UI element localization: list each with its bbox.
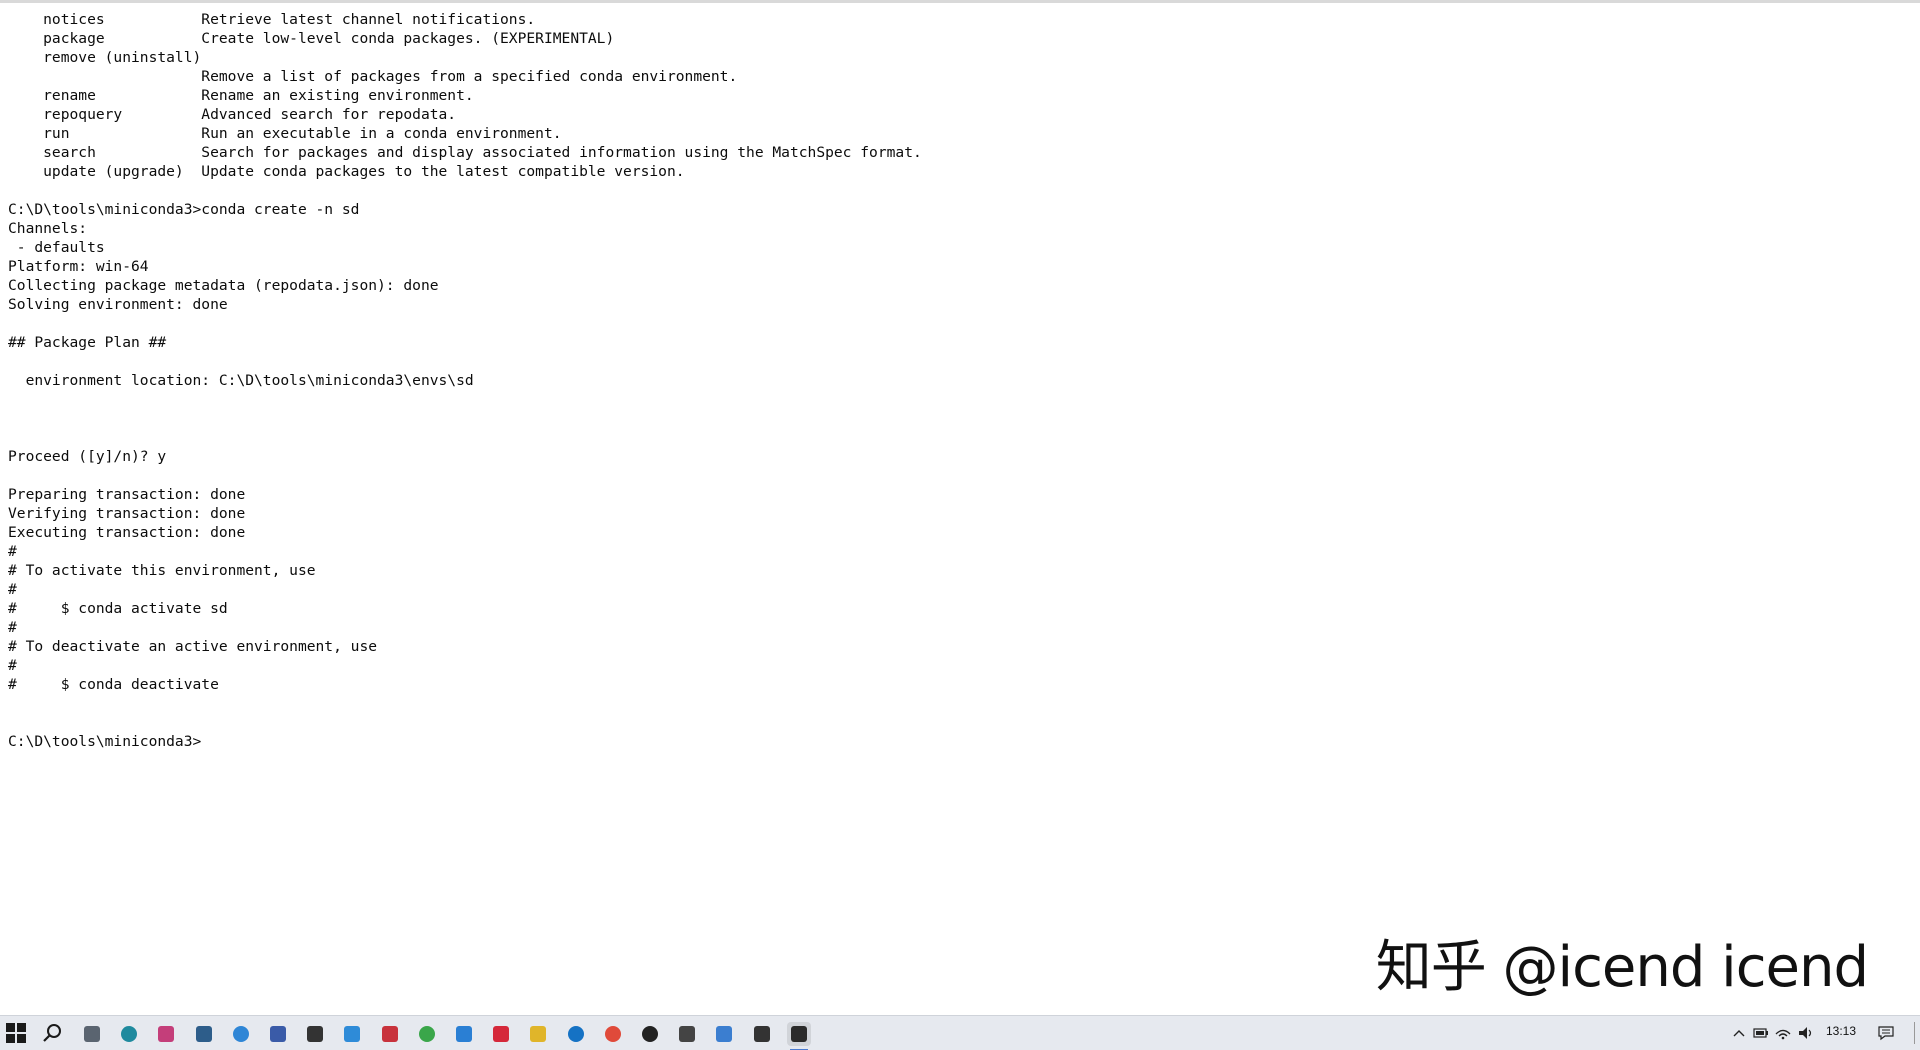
taskbar-app-terminal[interactable] [787,1022,811,1046]
green-app-icon [419,1026,435,1042]
terminal-output[interactable]: notices Retrieve latest channel notifica… [8,10,1908,1015]
tool-icon [679,1026,695,1042]
terminal-line [8,352,1908,371]
taskbar-app-youdao[interactable] [489,1022,513,1046]
taskbar-app-star[interactable] [526,1022,550,1046]
show-desktop-button[interactable] [1914,1022,1915,1044]
wifi-icon [1774,1022,1792,1044]
watermark: 知乎 @icend icend [1376,933,1868,1003]
terminal-line: # To activate this environment, use [8,561,1908,580]
terminal-line: environment location: C:\D\tools\minicon… [8,371,1908,390]
terminal-line: update (upgrade) Update conda packages t… [8,162,1908,181]
star-icon [530,1026,546,1042]
taskbar-app-notepad[interactable] [266,1022,290,1046]
tray-overflow-button[interactable] [1732,1022,1746,1044]
terminal-line: remove (uninstall) [8,48,1908,67]
taskbar-app-app-grid[interactable] [154,1022,178,1046]
red-app-icon [382,1026,398,1042]
search-button[interactable] [42,1022,64,1044]
terminal-line [8,466,1908,485]
taskbar-app-tool[interactable] [675,1022,699,1046]
taskbar-app-snipping[interactable] [192,1022,216,1046]
terminal-line: Channels: [8,219,1908,238]
battery-icon [1752,1022,1770,1044]
terminal-line: package Create low-level conda packages.… [8,29,1908,48]
remote-icon [456,1026,472,1042]
windows-icon [6,1023,26,1043]
terminal-line: Solving environment: done [8,295,1908,314]
taskbar-app-opera[interactable] [638,1022,662,1046]
network-tray-button[interactable] [1774,1022,1792,1044]
terminal-line [8,713,1908,732]
action-center-button[interactable] [1876,1022,1896,1044]
search-icon [42,1022,64,1044]
battery-tray-button[interactable] [1752,1022,1770,1044]
notification-icon [1876,1022,1896,1044]
taskbar-app-green-app[interactable] [415,1022,439,1046]
terminal-line [8,314,1908,333]
terminal-line: C:\D\tools\miniconda3>conda create -n sd [8,200,1908,219]
taskbar-app-blue-app[interactable] [340,1022,364,1046]
taskbar: 13:13 [0,1015,1920,1050]
terminal-line: # [8,656,1908,675]
terminal-line: C:\D\tools\miniconda3> [8,732,1908,751]
taskbar-app-red-app[interactable] [378,1022,402,1046]
terminal-line: rename Rename an existing environment. [8,86,1908,105]
taskbar-app-edge-beta[interactable] [117,1022,141,1046]
terminal-line: # [8,580,1908,599]
taskbar-app-remote[interactable] [452,1022,476,1046]
pinwheel-icon [307,1026,323,1042]
taskbar-app-bubble[interactable] [229,1022,253,1046]
taskbar-app-photos[interactable] [712,1022,736,1046]
opera-icon [642,1026,658,1042]
taskbar-app-chrome[interactable] [601,1022,625,1046]
taskbar-app-pinwheel[interactable] [303,1022,327,1046]
terminal-line: run Run an executable in a conda environ… [8,124,1908,143]
terminal-line [8,409,1908,428]
terminal-line: Executing transaction: done [8,523,1908,542]
taskbar-app-explorer[interactable] [80,1022,104,1046]
speaker-icon [1797,1022,1815,1044]
terminal-icon [791,1026,807,1042]
bubble-icon [233,1026,249,1042]
snipping-icon [196,1026,212,1042]
terminal-line: Verifying transaction: done [8,504,1908,523]
terminal-line: ## Package Plan ## [8,333,1908,352]
terminal-line: Platform: win-64 [8,257,1908,276]
terminal-line: # $ conda activate sd [8,599,1908,618]
youdao-icon [493,1026,509,1042]
terminal-line: search Search for packages and display a… [8,143,1908,162]
terminal-line: # $ conda deactivate [8,675,1908,694]
terminal-line [8,428,1908,447]
taskbar-app-settings[interactable] [750,1022,774,1046]
window-top-edge [0,0,1920,3]
terminal-line [8,181,1908,200]
explorer-icon [84,1026,100,1042]
terminal-line: # To deactivate an active environment, u… [8,637,1908,656]
chevron-up-icon [1732,1022,1746,1044]
photos-icon [716,1026,732,1042]
taskbar-app-edge[interactable] [564,1022,588,1046]
notepad-icon [270,1026,286,1042]
terminal-line: notices Retrieve latest channel notifica… [8,10,1908,29]
terminal-line: Remove a list of packages from a specifi… [8,67,1908,86]
start-button[interactable] [6,1023,26,1043]
terminal-line: # [8,542,1908,561]
terminal-line: repoquery Advanced search for repodata. [8,105,1908,124]
terminal-line: Collecting package metadata (repodata.js… [8,276,1908,295]
volume-tray-button[interactable] [1797,1022,1815,1044]
terminal-line: Preparing transaction: done [8,485,1908,504]
terminal-line: # [8,618,1908,637]
chrome-icon [605,1026,621,1042]
terminal-line [8,694,1908,713]
blue-app-icon [344,1026,360,1042]
edge-icon [568,1026,584,1042]
terminal-line: Proceed ([y]/n)? y [8,447,1908,466]
clock[interactable]: 13:13 [1826,1024,1856,1038]
terminal-line: - defaults [8,238,1908,257]
terminal-line [8,390,1908,409]
settings-icon [754,1026,770,1042]
edge-beta-icon [121,1026,137,1042]
app-grid-icon [158,1026,174,1042]
